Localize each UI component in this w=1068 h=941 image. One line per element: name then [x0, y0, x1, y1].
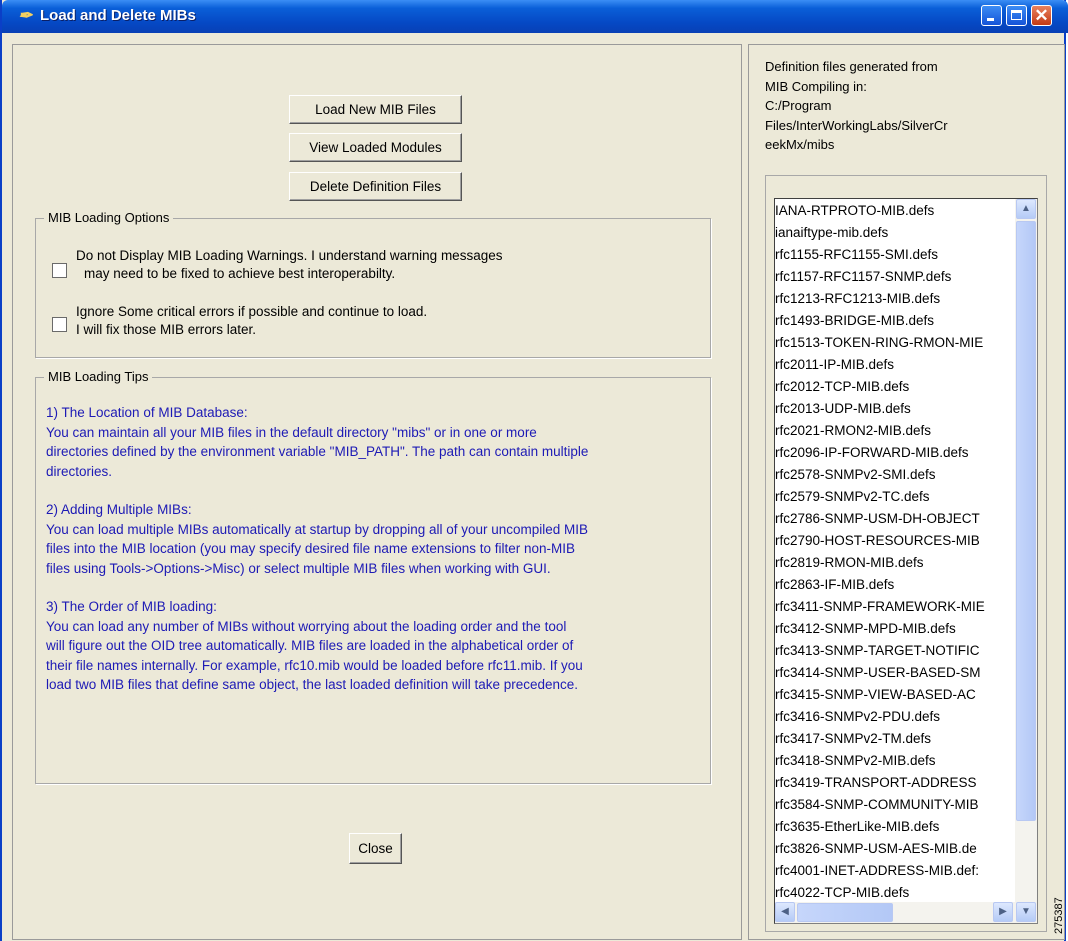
- chevron-left-icon: ◀: [781, 906, 789, 917]
- list-item[interactable]: rfc2011-IP-MIB.defs: [775, 354, 1015, 376]
- definition-files-listbox[interactable]: IANA-RTPROTO-MIB.defs ianaiftype-mib.defs…: [774, 198, 1038, 924]
- chevron-down-icon: ▼: [1021, 906, 1031, 917]
- list-item[interactable]: rfc3411-SNMP-FRAMEWORK-MIE: [775, 596, 1015, 618]
- close-button[interactable]: Close: [349, 833, 402, 864]
- horizontal-scroll-thumb[interactable]: [797, 903, 893, 922]
- title-bar[interactable]: ✒ Load and Delete MIBs ✕: [2, 0, 1068, 33]
- list-item[interactable]: rfc1493-BRIDGE-MIB.defs: [775, 310, 1015, 332]
- definition-text-2: MIB Compiling in:: [765, 78, 867, 94]
- list-item[interactable]: rfc3419-TRANSPORT-ADDRESS: [775, 772, 1015, 794]
- list-item[interactable]: rfc4022-TCP-MIB.defs: [775, 882, 1015, 904]
- list-item[interactable]: rfc3412-SNMP-MPD-MIB.defs: [775, 618, 1015, 640]
- list-item[interactable]: rfc3417-SNMPv2-TM.defs: [775, 728, 1015, 750]
- tip-location: 1) The Location of MIB Database: You can…: [46, 405, 589, 479]
- tips-legend: MIB Loading Tips: [44, 369, 153, 384]
- scroll-corner: ▼: [1015, 902, 1037, 923]
- minimize-icon: [987, 18, 994, 21]
- view-loaded-modules-button[interactable]: View Loaded Modules: [289, 133, 462, 162]
- list-item[interactable]: rfc2012-TCP-MIB.defs: [775, 376, 1015, 398]
- chevron-right-icon: ▶: [999, 906, 1007, 917]
- list-item[interactable]: rfc2096-IP-FORWARD-MIB.defs: [775, 442, 1015, 464]
- list-item[interactable]: rfc3418-SNMPv2-MIB.defs: [775, 750, 1015, 772]
- mib-loading-options-group: MIB Loading Options Do not Display MIB L…: [35, 210, 711, 358]
- definition-text-1: Definition files generated from: [765, 59, 938, 74]
- maximize-icon: [1011, 10, 1022, 20]
- scroll-left-button[interactable]: ◀: [775, 902, 795, 922]
- minimize-button[interactable]: [981, 5, 1002, 26]
- close-window-button[interactable]: ✕: [1031, 5, 1052, 26]
- ignore-errors-text-1: Ignore Some critical errors if possible …: [76, 304, 428, 319]
- list-item[interactable]: IANA-RTPROTO-MIB.defs: [775, 200, 1015, 222]
- list-item[interactable]: rfc2579-SNMPv2-TC.defs: [775, 486, 1015, 508]
- list-item[interactable]: rfc2819-RMON-MIB.defs: [775, 552, 1015, 574]
- list-item[interactable]: rfc3414-SNMP-USER-BASED-SM: [775, 662, 1015, 684]
- list-item[interactable]: rfc1213-RFC1213-MIB.defs: [775, 288, 1015, 310]
- horizontal-scrollbar[interactable]: ◀ ▶: [775, 902, 1015, 923]
- suppress-warnings-text-2: may need to be fixed to achieve best int…: [84, 266, 396, 281]
- list-item[interactable]: rfc2790-HOST-RESOURCES-MIB: [775, 530, 1015, 552]
- list-item[interactable]: rfc3413-SNMP-TARGET-NOTIFIC: [775, 640, 1015, 662]
- figure-id-text: 275387: [1053, 897, 1065, 934]
- ignore-errors-label: Ignore Some critical errors if possible …: [76, 303, 427, 339]
- suppress-warnings-text-1: Do not Display MIB Loading Warnings. I u…: [76, 248, 503, 263]
- list-item[interactable]: ianaiftype-mib.defs: [775, 222, 1015, 244]
- list-item[interactable]: rfc3415-SNMP-VIEW-BASED-AC: [775, 684, 1015, 706]
- list-item[interactable]: rfc2863-IF-MIB.defs: [775, 574, 1015, 596]
- maximize-button[interactable]: [1006, 5, 1027, 26]
- scroll-right-button[interactable]: ▶: [993, 902, 1013, 922]
- tip-order: 3) The Order of MIB loading: You can loa…: [46, 599, 583, 692]
- figure-id: 275387: [1049, 871, 1065, 941]
- definition-path-text: Definition files generated from MIB Comp…: [765, 57, 995, 155]
- list-item[interactable]: rfc2013-UDP-MIB.defs: [775, 398, 1015, 420]
- list-item[interactable]: rfc3584-SNMP-COMMUNITY-MIB: [775, 794, 1015, 816]
- close-icon: ✕: [1034, 6, 1049, 25]
- vertical-scrollbar[interactable]: ▲: [1015, 199, 1037, 903]
- list-item[interactable]: rfc1513-TOKEN-RING-RMON-MIE: [775, 332, 1015, 354]
- scroll-down-button[interactable]: ▼: [1016, 902, 1036, 922]
- scroll-up-button[interactable]: ▲: [1016, 199, 1036, 219]
- chevron-up-icon: ▲: [1021, 203, 1031, 214]
- suppress-warnings-checkbox[interactable]: [52, 263, 67, 278]
- list-item[interactable]: rfc1155-RFC1155-SMI.defs: [775, 244, 1015, 266]
- definition-text-4: Files/InterWorkingLabs/SilverCr: [765, 117, 948, 133]
- vertical-scroll-thumb[interactable]: [1016, 221, 1036, 821]
- load-new-mib-files-button[interactable]: Load New MIB Files: [289, 95, 462, 124]
- options-legend: MIB Loading Options: [44, 210, 174, 225]
- ignore-errors-text-2: I will fix those MIB errors later.: [76, 322, 257, 337]
- definition-text-5: eekMx/mibs: [765, 137, 835, 152]
- tip-multiple: 2) Adding Multiple MIBs: You can load mu…: [46, 502, 589, 576]
- suppress-warnings-label: Do not Display MIB Loading Warnings. I u…: [76, 247, 502, 283]
- delete-definition-files-button[interactable]: Delete Definition Files: [289, 172, 462, 201]
- list-item[interactable]: rfc3635-EtherLike-MIB.defs: [775, 816, 1015, 838]
- left-pane: Load New MIB Files View Loaded Modules D…: [12, 44, 742, 940]
- list-item[interactable]: rfc2021-RMON2-MIB.defs: [775, 420, 1015, 442]
- list-item[interactable]: rfc4001-INET-ADDRESS-MIB.def:: [775, 860, 1015, 882]
- list-item[interactable]: rfc1157-RFC1157-SNMP.defs: [775, 266, 1015, 288]
- feather-icon: ✒: [18, 6, 33, 25]
- mib-dialog-window: ✒ Load and Delete MIBs ✕ Load New MIB Fi…: [0, 0, 1068, 941]
- window-title: Load and Delete MIBs: [40, 7, 196, 24]
- list-item[interactable]: rfc3826-SNMP-USM-AES-MIB.de: [775, 838, 1015, 860]
- list-item[interactable]: rfc3416-SNMPv2-PDU.defs: [775, 706, 1015, 728]
- mib-loading-tips-group: MIB Loading Tips 1) The Location of MIB …: [35, 369, 711, 784]
- list-item[interactable]: rfc2786-SNMP-USM-DH-OBJECT: [775, 508, 1015, 530]
- definition-text-3: C:/Program: [765, 98, 832, 113]
- list-item[interactable]: rfc2578-SNMPv2-SMI.defs: [775, 464, 1015, 486]
- ignore-errors-checkbox[interactable]: [52, 317, 67, 332]
- tips-content: 1) The Location of MIB Database: You can…: [46, 403, 711, 714]
